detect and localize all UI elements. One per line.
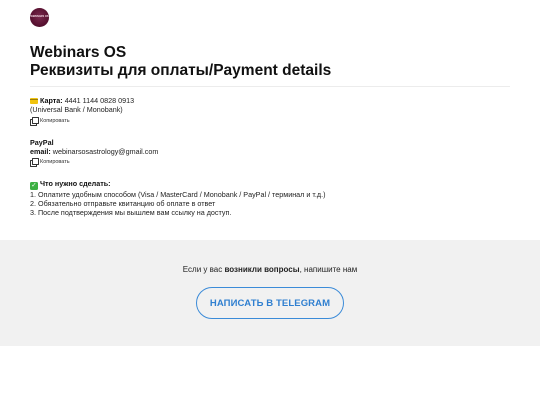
paypal-email: webinarsosastrology@gmail.com	[52, 147, 159, 156]
copy-icon	[30, 158, 39, 167]
instruction-step: 3. После подтверждения мы вышлем вам ссы…	[30, 208, 232, 217]
page-title: Webinars OS	[30, 44, 127, 61]
card-details: Карта: 4441 1144 0828 0913 (Universal Ba…	[30, 96, 134, 114]
instruction-step: 2. Обязательно отправьте квитанцию об оп…	[30, 199, 216, 208]
header-divider	[30, 86, 510, 87]
footer-text-bold: возникли вопросы	[224, 265, 300, 274]
copy-paypal-label: Копировать	[40, 158, 70, 165]
copy-card-button[interactable]: Копировать	[30, 117, 70, 126]
paypal-details: PayPal email: webinarsosastrology@gmail.…	[30, 138, 158, 156]
credit-card-icon	[30, 97, 38, 104]
paypal-email-label: email:	[30, 147, 51, 156]
footer-text-start: Если у вас	[182, 265, 223, 274]
telegram-button[interactable]: НАПИСАТЬ В TELEGRAM	[196, 287, 344, 319]
copy-paypal-button[interactable]: Копировать	[30, 158, 70, 167]
check-mark-icon: ✓	[30, 182, 38, 190]
contact-footer: Если у вас возникли вопросы, напишите на…	[0, 240, 540, 346]
card-label: Карта:	[40, 96, 63, 105]
brand-logo: WEBINARS OS	[30, 8, 49, 27]
footer-question-text: Если у вас возникли вопросы, напишите на…	[0, 265, 540, 274]
page-subtitle: Реквизиты для оплаты/Payment details	[30, 62, 332, 79]
card-bank: (Universal Bank / Monobank)	[30, 105, 123, 114]
card-number: 4441 1144 0828 0913	[64, 96, 135, 105]
paypal-title: PayPal	[30, 138, 54, 147]
instructions-title: Что нужно сделать:	[40, 179, 111, 188]
copy-card-label: Копировать	[40, 117, 70, 124]
instruction-step: 1. Оплатите удобным способом (Visa / Mas…	[30, 190, 326, 199]
copy-icon	[30, 117, 39, 126]
logo-text: WEBINARS OS	[30, 15, 49, 19]
instructions: ✓ Что нужно сделать: 1. Оплатите удобным …	[30, 179, 325, 217]
footer-text-end: , напишите нам	[299, 265, 358, 274]
page-header: Webinars OS Реквизиты для оплаты/Payment…	[30, 44, 510, 80]
